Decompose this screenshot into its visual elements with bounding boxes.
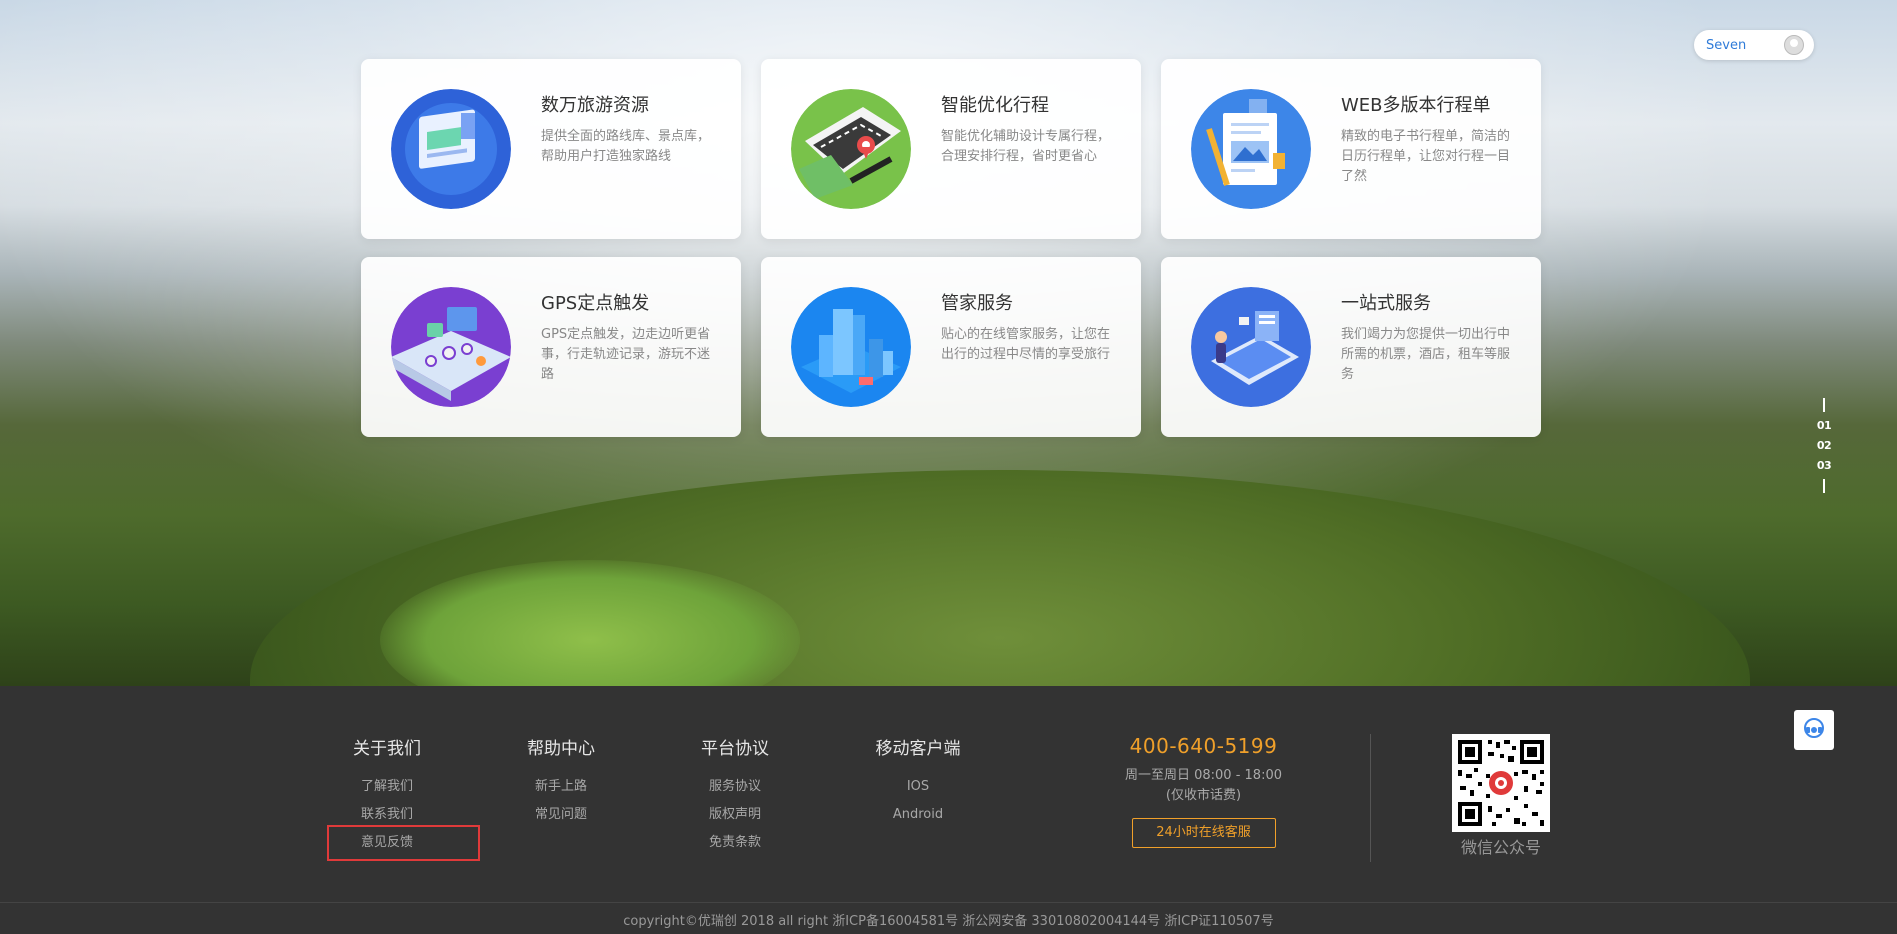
feature-title: WEB多版本行程单: [1341, 95, 1491, 116]
footer-column-title: 帮助中心: [527, 739, 595, 759]
qr-code-icon: [1452, 734, 1550, 832]
gps-illustration-icon: [391, 287, 511, 407]
footer-bottom-divider: [0, 902, 1897, 903]
online-service-button[interactable]: 24小时在线客服: [1131, 818, 1276, 848]
footer-link-disclaimer[interactable]: 免责条款: [675, 829, 795, 857]
pager-item-02[interactable]: 02: [1814, 439, 1834, 452]
user-name: Seven: [1706, 37, 1747, 53]
feature-card-resources[interactable]: 数万旅游资源 提供全面的路线库、景点库， 帮助用户打造独家路线: [361, 59, 741, 239]
feedback-highlight-box: [327, 825, 480, 861]
feature-card-butler[interactable]: 管家服务 贴心的在线管家服务，让您在出行的过程中尽情的享受旅行: [761, 257, 1141, 437]
service-hours-note: (仅收市话费): [1165, 788, 1242, 803]
feature-desc: 我们竭力为您提供一切出行中所需的机票，酒店，租车等服务: [1341, 327, 1511, 382]
pager-top-line: [1823, 398, 1825, 412]
footer-divider: [1370, 734, 1371, 862]
document-illustration-icon: [1191, 89, 1311, 209]
resource-illustration-icon: [391, 89, 511, 209]
feature-desc: 精致的电子书行程单，简洁的日历行程单，让您对行程一目了然: [1341, 129, 1511, 184]
customer-service-button[interactable]: [1794, 710, 1834, 750]
pager-item-03[interactable]: 03: [1814, 459, 1834, 472]
footer-link-copyright[interactable]: 版权声明: [675, 801, 795, 829]
feature-desc: 智能优化辅助设计专属行程，合理安排行程，省时更省心: [941, 129, 1111, 164]
footer-link-about-us[interactable]: 了解我们: [327, 773, 447, 801]
pager-item-01[interactable]: 01: [1814, 419, 1834, 432]
service-hours: 周一至周日 08:00 - 18:00 (仅收市话费): [1106, 766, 1301, 806]
footer-link-service-agreement[interactable]: 服务协议: [675, 773, 795, 801]
footer-column-agreements: 平台协议 服务协议 版权声明 免责条款: [675, 734, 795, 857]
feature-title: 数万旅游资源: [541, 95, 649, 116]
footer-link-faq[interactable]: 常见问题: [501, 801, 621, 829]
phone-number: 400-640-5199: [1129, 734, 1278, 758]
user-menu[interactable]: Seven: [1694, 30, 1814, 60]
footer-link-beginner[interactable]: 新手上路: [501, 773, 621, 801]
footer-column-title: 关于我们: [353, 739, 421, 759]
feature-title: 一站式服务: [1341, 293, 1431, 314]
hotline-block: 400-640-5199 周一至周日 08:00 - 18:00 (仅收市话费)…: [1106, 734, 1301, 848]
service-hours-line: 周一至周日 08:00 - 18:00: [1124, 768, 1283, 783]
route-map-illustration-icon: [791, 89, 911, 209]
tablet-illustration-icon: [1191, 287, 1311, 407]
footer-column-help: 帮助中心 新手上路 常见问题: [501, 734, 621, 829]
feature-title: 智能优化行程: [941, 95, 1049, 116]
footer-column-title: 移动客户端: [875, 739, 961, 759]
footer-column-mobile: 移动客户端 IOS Android: [858, 734, 978, 829]
city-illustration-icon: [791, 287, 911, 407]
feature-title: GPS定点触发: [541, 293, 650, 314]
feature-desc: 提供全面的路线库、景点库， 帮助用户打造独家路线: [541, 129, 711, 164]
site-footer: 关于我们 了解我们 联系我们 意见反馈 帮助中心 新手上路 常见问题 平台协议 …: [0, 686, 1897, 934]
feature-card-gps[interactable]: GPS定点触发 GPS定点触发，边走边听更省事，行走轨迹记录，游玩不迷路: [361, 257, 741, 437]
feature-desc: 贴心的在线管家服务，让您在出行的过程中尽情的享受旅行: [941, 327, 1111, 362]
feature-card-one-stop[interactable]: 一站式服务 我们竭力为您提供一切出行中所需的机票，酒店，租车等服务: [1161, 257, 1541, 437]
avatar-icon: [1784, 35, 1804, 55]
headset-icon: [1803, 717, 1825, 743]
pager-bottom-line: [1823, 479, 1825, 493]
section-pager: 01 02 03: [1814, 398, 1834, 493]
copyright-text: copyright©优瑞创 2018 all right 浙ICP备160045…: [623, 914, 1274, 929]
footer-column-title: 平台协议: [701, 739, 769, 759]
feature-card-web-itinerary[interactable]: WEB多版本行程单 精致的电子书行程单，简洁的日历行程单，让您对行程一目了然: [1161, 59, 1541, 239]
qr-code-label: 微信公众号: [1460, 838, 1541, 857]
feature-title: 管家服务: [941, 293, 1013, 314]
feature-desc: GPS定点触发，边走边听更省事，行走轨迹记录，游玩不迷路: [541, 327, 711, 382]
footer-link-android[interactable]: Android: [858, 801, 978, 829]
footer-link-ios[interactable]: IOS: [858, 773, 978, 801]
feature-card-itinerary[interactable]: 智能优化行程 智能优化辅助设计专属行程，合理安排行程，省时更省心: [761, 59, 1141, 239]
